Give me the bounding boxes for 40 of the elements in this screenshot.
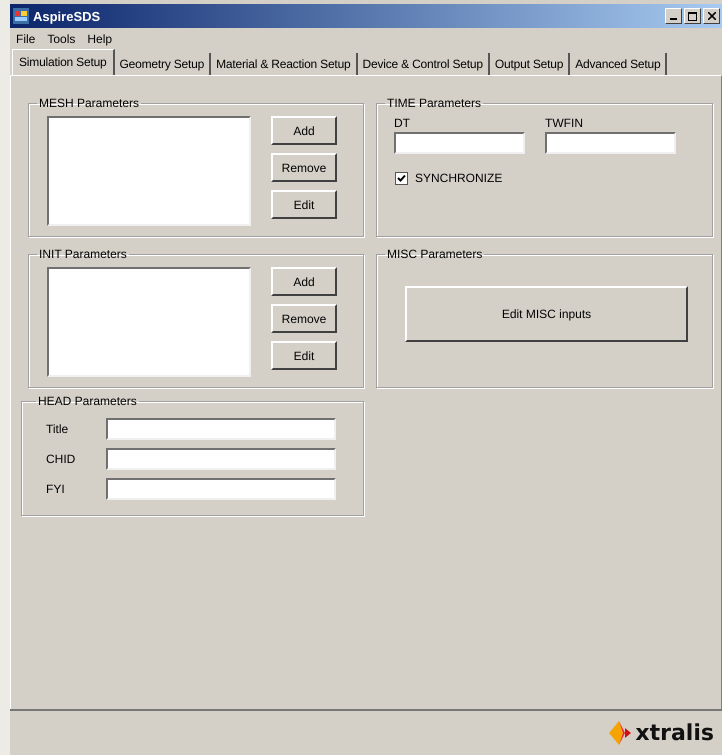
logo-icon bbox=[609, 721, 632, 745]
input-field[interactable] bbox=[106, 418, 336, 440]
menu-item[interactable]: Help bbox=[87, 32, 112, 46]
field-label: FYI bbox=[46, 482, 66, 496]
list-box[interactable] bbox=[47, 116, 251, 226]
checkbox[interactable] bbox=[395, 172, 408, 184]
field-label: DT bbox=[394, 116, 411, 130]
logo-text: xtralis bbox=[635, 720, 714, 746]
field-label: TWFIN bbox=[545, 116, 584, 130]
checkbox-label: SYNCHRONIZE bbox=[415, 171, 502, 185]
list-button[interactable]: Edit bbox=[271, 341, 337, 370]
maximize-button[interactable] bbox=[684, 8, 701, 24]
group-title: MESH Parameters bbox=[38, 96, 140, 110]
menu-item[interactable]: File bbox=[16, 32, 36, 46]
group-title: TIME Parameters bbox=[386, 96, 482, 110]
minimize-button[interactable] bbox=[665, 8, 682, 24]
edit-misc-button[interactable]: Edit MISC inputs bbox=[405, 286, 688, 342]
close-button[interactable] bbox=[703, 8, 720, 24]
input-field[interactable] bbox=[545, 132, 676, 154]
field-label: Title bbox=[46, 422, 70, 436]
list-button[interactable]: Add bbox=[271, 267, 337, 296]
group-title: HEAD Parameters bbox=[37, 394, 138, 408]
list-button[interactable]: Add bbox=[271, 116, 337, 145]
group-title: INIT Parameters bbox=[38, 247, 128, 261]
group-title: MISC Parameters bbox=[386, 247, 484, 261]
input-field[interactable] bbox=[394, 132, 525, 154]
list-box[interactable] bbox=[47, 267, 251, 377]
menu-item[interactable]: Tools bbox=[47, 32, 76, 46]
input-field[interactable] bbox=[106, 448, 336, 470]
field-label: CHID bbox=[46, 452, 76, 466]
list-button[interactable]: Remove bbox=[271, 153, 337, 182]
check-icon bbox=[397, 174, 406, 182]
close-icon bbox=[708, 12, 716, 20]
app-icon bbox=[13, 8, 29, 24]
tab[interactable]: Simulation Setup bbox=[12, 49, 115, 75]
input-field[interactable] bbox=[106, 478, 336, 500]
list-button[interactable]: Remove bbox=[271, 304, 337, 333]
maximize-icon bbox=[688, 12, 697, 20]
window-title: AspireSDS bbox=[33, 8, 102, 24]
list-button[interactable]: Edit bbox=[271, 190, 337, 219]
